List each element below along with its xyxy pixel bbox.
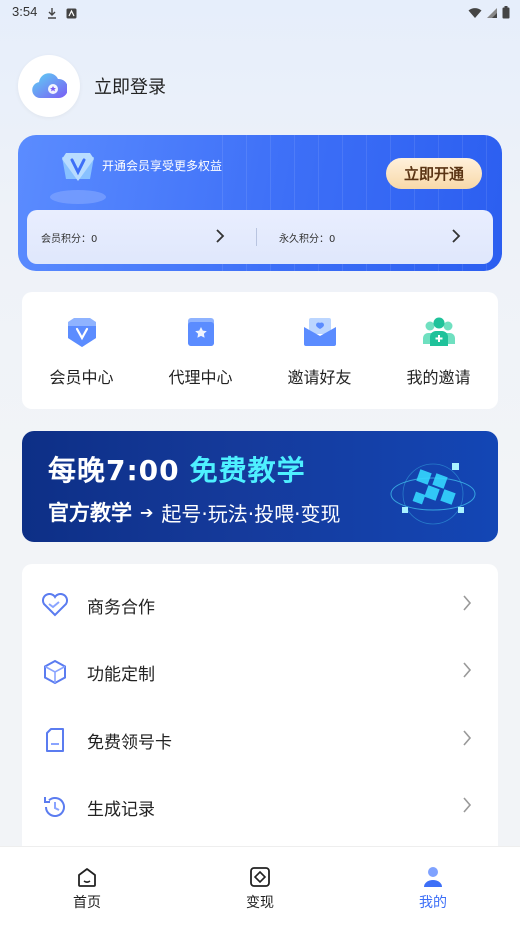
quick-action-invite-friends[interactable]: 邀请好友: [260, 314, 379, 388]
download-icon: [46, 4, 58, 23]
menu-item-label: 生成记录: [87, 799, 155, 820]
menu-card: 商务合作 功能定制 免费领号卡 生成记录: [22, 564, 498, 864]
tab-profile[interactable]: 我的: [393, 865, 473, 912]
quick-action-my-invites[interactable]: 我的邀请: [379, 314, 498, 388]
vip-badge-icon: [48, 145, 118, 209]
menu-item-label: 商务合作: [87, 597, 155, 618]
bottom-tab-bar: 首页 变现 我的: [0, 846, 520, 925]
signal-icon: [486, 4, 498, 23]
sim-card-icon: [41, 726, 69, 754]
app-notification-icon: [66, 4, 77, 23]
login-link[interactable]: 立即登录: [94, 73, 166, 99]
chevron-right-icon: [462, 796, 472, 818]
points-panel: 会员积分：0 永久积分：0: [27, 210, 493, 264]
quick-action-label: 邀请好友: [287, 368, 352, 387]
tab-home[interactable]: 首页: [47, 865, 127, 912]
chevron-right-icon: [215, 228, 225, 247]
cloud-avatar-icon: [32, 73, 67, 98]
tab-label: 变现: [246, 895, 274, 911]
menu-item-free-sim-card[interactable]: 免费领号卡: [22, 710, 498, 770]
status-time: 3:54: [12, 4, 38, 19]
banner-time: 每晚7:00: [48, 454, 180, 487]
tab-label: 首页: [73, 895, 101, 911]
agent-center-icon: [183, 314, 219, 350]
avatar[interactable]: [18, 55, 80, 117]
tab-monetize[interactable]: 变现: [220, 865, 300, 912]
banner-subtitle: 起号·玩法·投喂·变现: [161, 501, 341, 526]
member-points-row[interactable]: 会员积分：0: [41, 210, 231, 264]
quick-action-label: 代理中心: [168, 368, 233, 387]
open-vip-button[interactable]: 立即开通: [386, 158, 482, 189]
member-center-icon: [64, 314, 100, 350]
quick-action-agent-center[interactable]: 代理中心: [141, 314, 260, 388]
chevron-right-icon: [451, 228, 461, 247]
quick-action-label: 我的邀请: [406, 368, 471, 387]
cube-icon: [41, 658, 69, 686]
vip-promo-text: 开通会员享受更多权益: [102, 159, 223, 173]
wifi-icon: [468, 4, 482, 23]
tab-label: 我的: [419, 895, 447, 911]
promo-banner[interactable]: 每晚7:00 免费教学 官方教学 ➔ 起号·玩法·投喂·变现: [22, 431, 498, 542]
banner-highlight: 免费教学: [189, 454, 306, 487]
handshake-heart-icon: [41, 591, 69, 619]
menu-item-business[interactable]: 商务合作: [22, 575, 498, 635]
permanent-points-row[interactable]: 永久积分：0: [279, 210, 469, 264]
home-icon: [47, 865, 127, 889]
banner-headline: 每晚7:00 免费教学: [48, 449, 306, 489]
menu-item-custom-feature[interactable]: 功能定制: [22, 642, 498, 702]
battery-icon: [502, 4, 510, 23]
chevron-right-icon: [462, 661, 472, 683]
permanent-points-text: 永久积分：0: [279, 233, 336, 245]
monetize-icon: [220, 865, 300, 889]
member-points-text: 会员积分：0: [41, 233, 98, 245]
chevron-right-icon: [462, 594, 472, 616]
history-icon: [41, 793, 69, 821]
menu-item-label: 功能定制: [87, 664, 155, 685]
banner-subline: 官方教学 ➔ 起号·玩法·投喂·变现: [48, 497, 340, 527]
vip-card: 开通会员享受更多权益 立即开通 会员积分：0 永久积分：0: [18, 135, 502, 271]
status-bar: 3:54: [0, 0, 520, 24]
my-invites-icon: [421, 314, 457, 350]
cubes-graphic-icon: [388, 449, 478, 533]
invite-friends-icon: [302, 314, 338, 350]
profile-icon: [393, 865, 473, 889]
profile-header[interactable]: 立即登录: [18, 55, 166, 117]
quick-action-label: 会员中心: [49, 368, 114, 387]
quick-actions-card: 会员中心 代理中心 邀请好友 我的邀请: [22, 292, 498, 409]
quick-action-member-center[interactable]: 会员中心: [22, 314, 141, 388]
banner-tag: 官方教学: [48, 501, 132, 525]
chevron-right-icon: [462, 729, 472, 751]
menu-item-label: 免费领号卡: [87, 732, 172, 753]
menu-item-history[interactable]: 生成记录: [22, 777, 498, 837]
arrow-right-icon: ➔: [140, 502, 154, 522]
points-divider: [256, 228, 257, 246]
